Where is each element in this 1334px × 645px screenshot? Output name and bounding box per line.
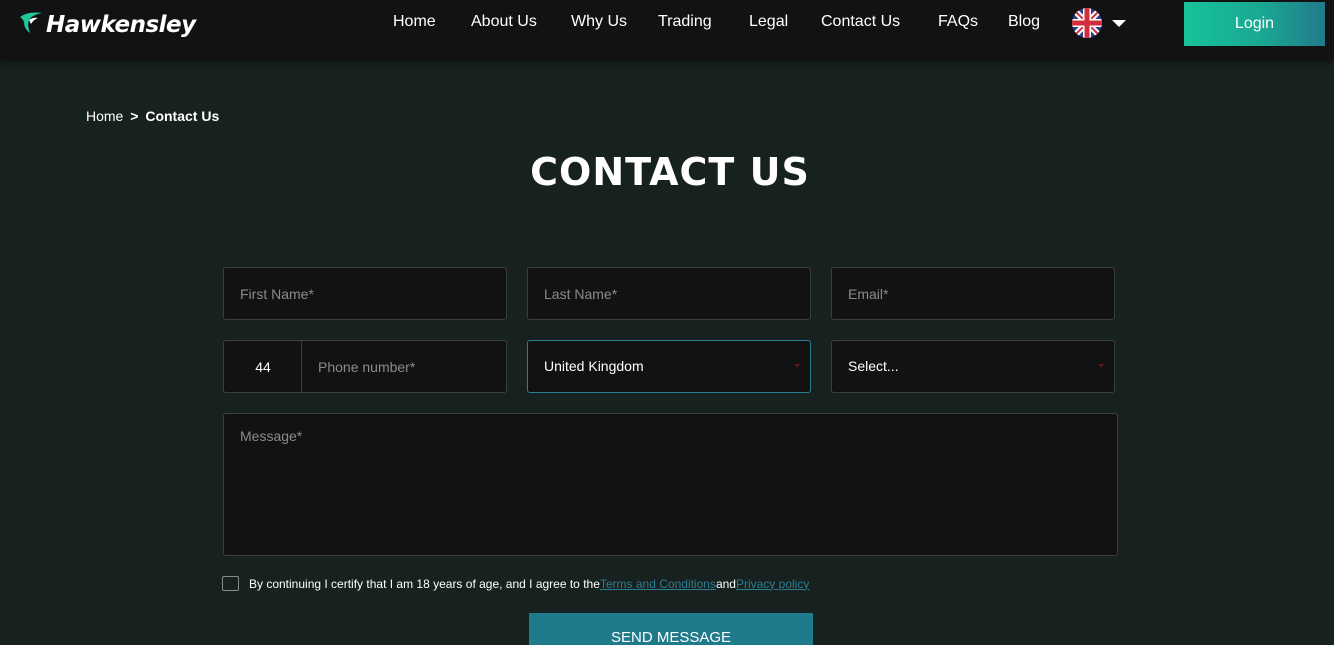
- nav-blog[interactable]: Blog: [1008, 13, 1040, 31]
- nav-faqs[interactable]: FAQs: [938, 13, 978, 31]
- terms-link[interactable]: Terms and Conditions: [600, 577, 716, 591]
- phone-input[interactable]: [301, 340, 507, 393]
- breadcrumb: Home > Contact Us: [86, 108, 219, 124]
- breadcrumb-home[interactable]: Home: [86, 108, 123, 124]
- nav-home[interactable]: Home: [393, 13, 436, 31]
- phone-country-code[interactable]: 44: [223, 340, 302, 393]
- brand-logo[interactable]: Hawkensley: [18, 8, 196, 42]
- generic-select-value: Select...: [848, 358, 899, 374]
- privacy-link[interactable]: Privacy policy: [736, 577, 809, 591]
- select-arrow-icon: [1098, 364, 1104, 368]
- message-textarea[interactable]: [223, 413, 1118, 556]
- first-name-input[interactable]: [223, 267, 507, 320]
- nav-legal[interactable]: Legal: [749, 13, 788, 31]
- nav-about-us[interactable]: About Us: [471, 13, 537, 31]
- generic-select[interactable]: Select...: [831, 340, 1115, 393]
- page-title: CONTACT US: [530, 150, 810, 194]
- consent-row: By continuing I certify that I am 18 yea…: [222, 576, 809, 591]
- country-select-value: United Kingdom: [544, 358, 644, 374]
- breadcrumb-current: Contact Us: [145, 108, 220, 124]
- hawk-logo-icon: [20, 12, 42, 33]
- top-navbar: Hawkensley Home About Us Why Us Trading …: [0, 0, 1334, 60]
- nav-why-us[interactable]: Why Us: [571, 13, 627, 31]
- consent-text: By continuing I certify that I am 18 yea…: [249, 576, 600, 591]
- email-input[interactable]: [831, 267, 1115, 320]
- send-message-button[interactable]: SEND MESSAGE: [529, 613, 813, 645]
- select-arrow-icon: [794, 364, 800, 368]
- breadcrumb-separator: >: [130, 108, 139, 124]
- chevron-down-icon: [1112, 19, 1126, 27]
- consent-and-text: and: [715, 576, 736, 591]
- login-button[interactable]: Login: [1184, 2, 1325, 46]
- country-select[interactable]: United Kingdom: [527, 340, 811, 393]
- language-selector[interactable]: [1072, 8, 1126, 38]
- nav-contact-us[interactable]: Contact Us: [821, 13, 900, 31]
- consent-checkbox[interactable]: [222, 576, 239, 591]
- brand-name: Hawkensley: [46, 12, 196, 38]
- nav-trading[interactable]: Trading: [658, 13, 712, 31]
- last-name-input[interactable]: [527, 267, 811, 320]
- uk-flag-icon: [1072, 8, 1102, 38]
